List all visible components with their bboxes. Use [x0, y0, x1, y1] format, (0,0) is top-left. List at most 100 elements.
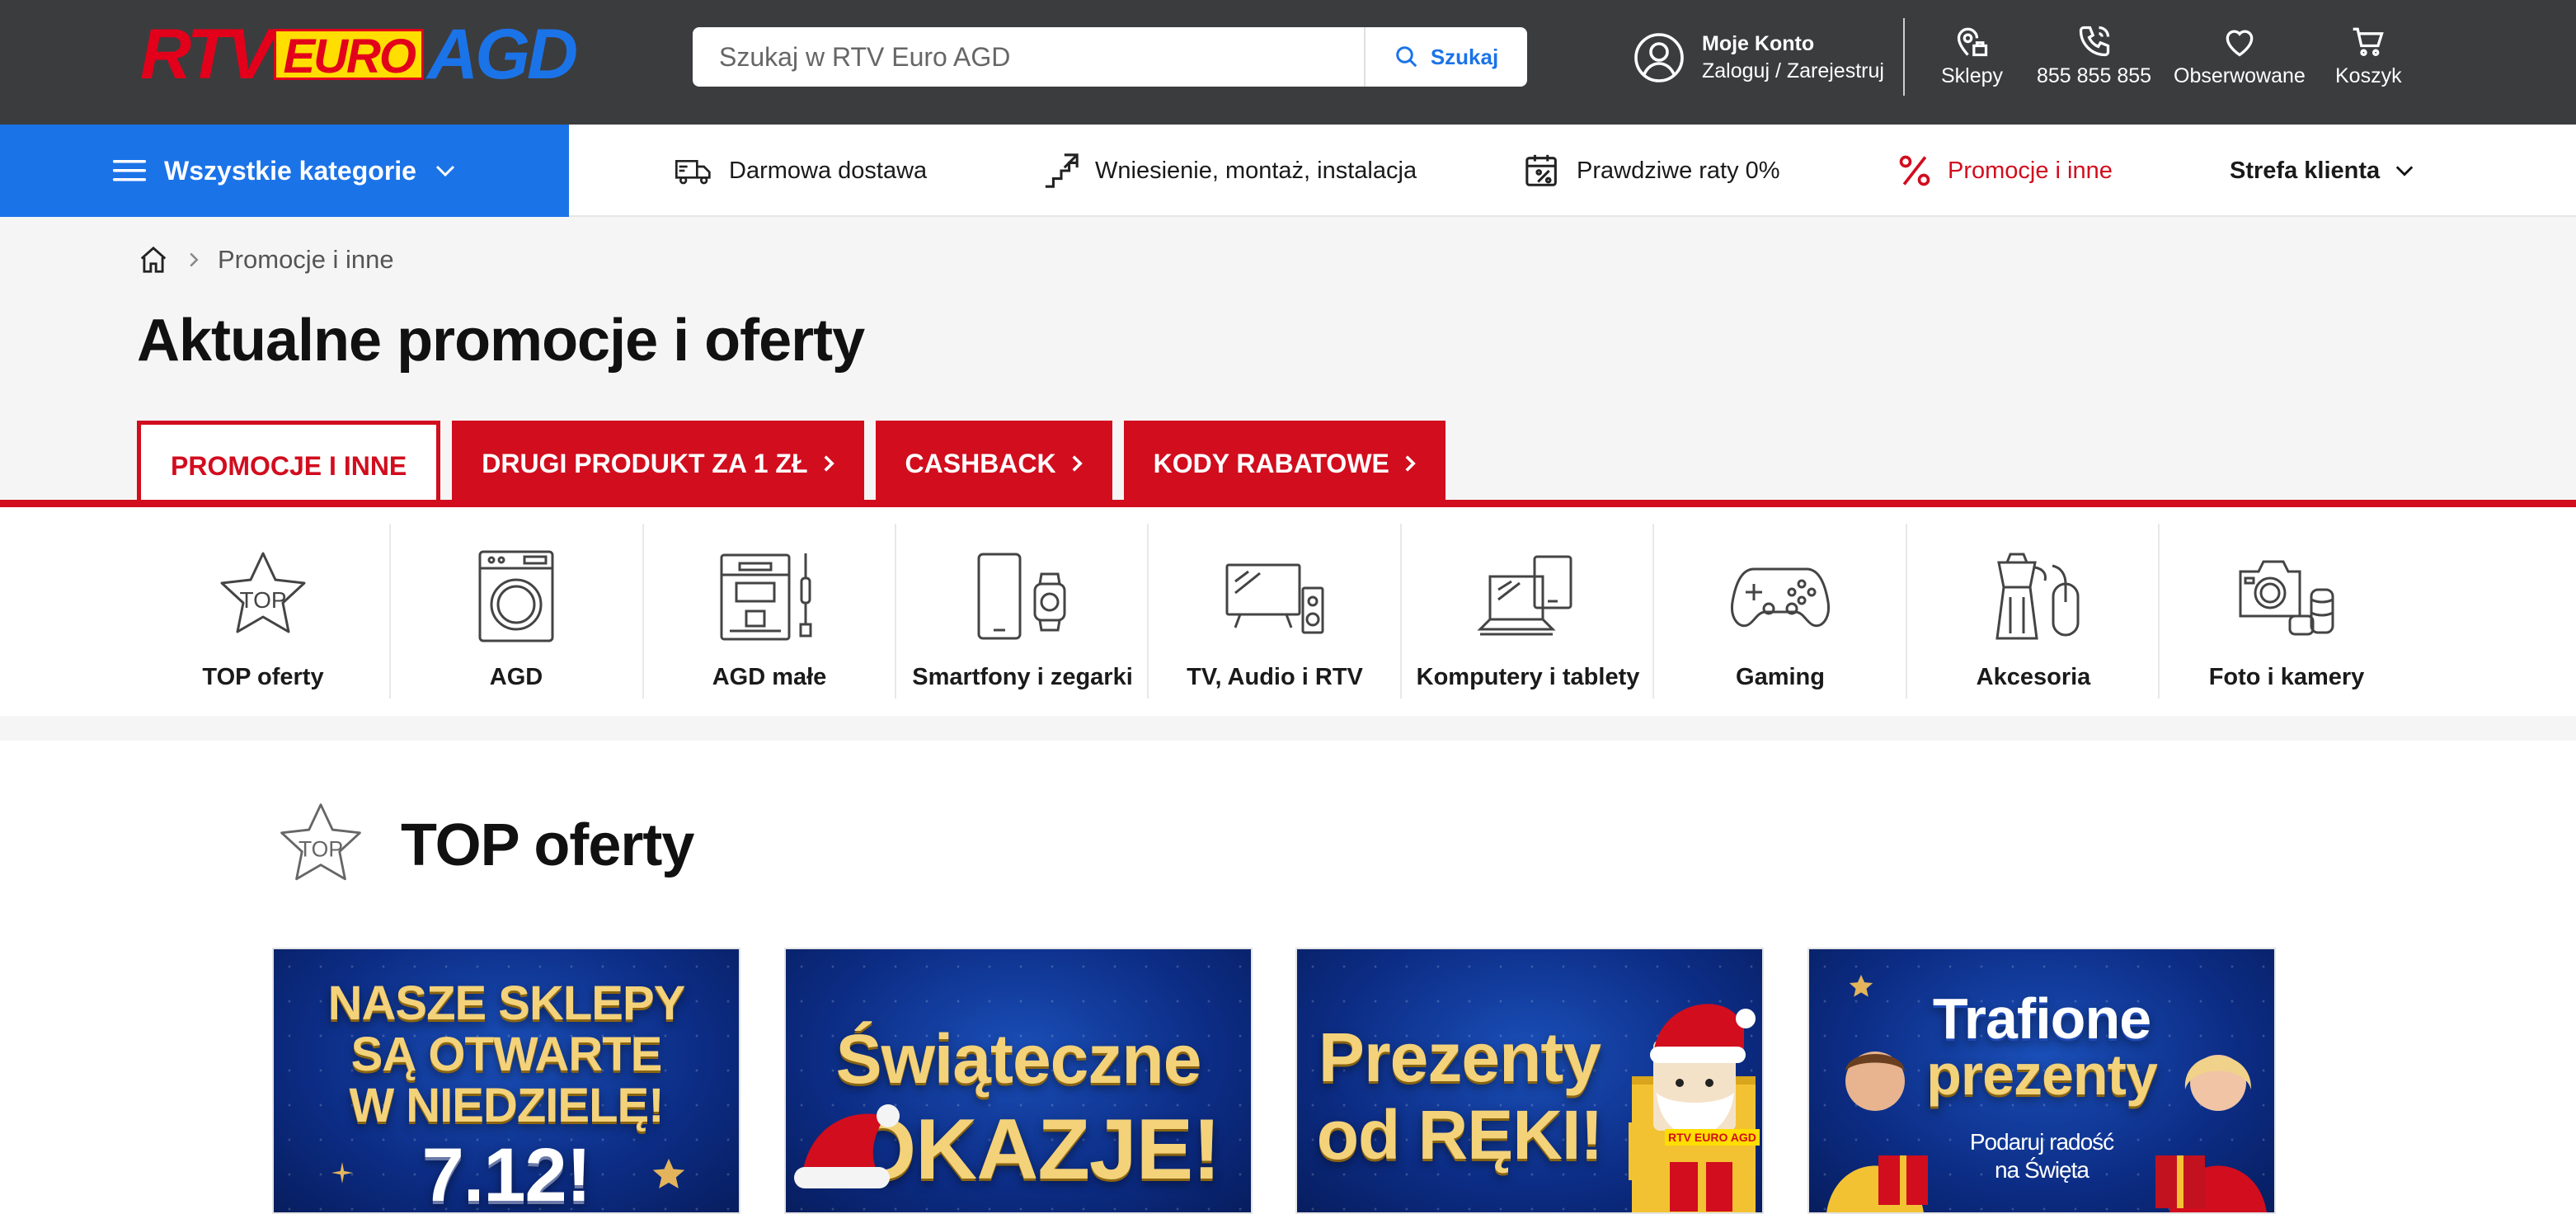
nav-customer-zone[interactable]: Strefa klienta — [2230, 125, 2414, 217]
chevron-down-icon — [2395, 166, 2414, 176]
category-smartphones-watches[interactable]: Smartfony i zegarki — [896, 519, 1149, 703]
category-accessories[interactable]: Akcesoria — [1907, 519, 2160, 703]
category-computers-tablets[interactable]: Komputery i tablety — [1402, 519, 1654, 703]
promo-box-label: RTV EURO AGD — [1665, 1129, 1760, 1146]
gamepad-icon — [1731, 567, 1830, 628]
breadcrumb-current[interactable]: Promocje i inne — [218, 245, 394, 275]
category-label: Gaming — [1736, 664, 1825, 690]
tab-second-product[interactable]: DRUGI PRODUKT ZA 1 ZŁ — [452, 421, 864, 506]
phone-link[interactable]: 855 855 855 — [2037, 23, 2151, 88]
category-label: Akcesoria — [1976, 664, 2091, 690]
breadcrumb: Promocje i inne — [137, 244, 394, 275]
coffee-machine-icon — [720, 553, 812, 641]
delivery-truck-icon — [675, 160, 711, 185]
chevron-right-icon — [1405, 455, 1416, 472]
promo-subline: na Święta — [1995, 1157, 2089, 1183]
home-icon[interactable] — [137, 244, 170, 275]
category-label: Komputery i tablety — [1416, 664, 1640, 690]
cart-icon — [2353, 27, 2385, 56]
tab-cashback[interactable]: CASHBACK — [875, 421, 1112, 506]
promo-line: W NIEDZIELĘ! — [349, 1079, 664, 1132]
category-gaming[interactable]: Gaming — [1654, 519, 1906, 703]
account-title: Moje Konto — [1702, 32, 1815, 55]
promo-card-gifts-ready[interactable]: Prezenty od RĘKI! RTV EURO AGD — [1295, 948, 1764, 1214]
top-badge-text: TOP — [239, 587, 286, 613]
stairs-icon — [1045, 153, 1079, 188]
all-categories-button[interactable]: Wszystkie kategorie — [0, 125, 569, 217]
wishlist-link[interactable]: Obserwowane — [2174, 23, 2306, 88]
laptop-tablet-icon — [1477, 555, 1572, 636]
account-subtitle: Zaloguj / Zarejestruj — [1702, 59, 1884, 82]
nav-customer-zone-label: Strefa klienta — [2230, 157, 2381, 184]
logo-euro: EURO — [274, 29, 425, 82]
category-label: TV, Audio i RTV — [1187, 664, 1363, 690]
tab-promotions[interactable]: PROMOCJE I INNE — [137, 421, 441, 508]
cart-label: Koszyk — [2335, 64, 2402, 87]
promo-line: Świąteczne — [835, 1020, 1202, 1098]
promo-card-perfect-gifts[interactable]: Trafione prezenty Podaruj radość na Świę… — [1807, 948, 2276, 1214]
search-input[interactable] — [693, 27, 1364, 87]
category-top-offers[interactable]: TOP TOP oferty — [137, 519, 389, 703]
percent-icon — [1899, 155, 1930, 186]
nav-promotions[interactable]: Promocje i inne — [1897, 125, 2113, 217]
nav-installments-label: Prawdziwe raty 0% — [1577, 157, 1780, 184]
category-tv-audio[interactable]: TV, Audio i RTV — [1149, 519, 1401, 703]
sparkle-icon — [331, 1162, 353, 1183]
promo-card-sunday[interactable]: NASZE SKLEPY SĄ OTWARTE W NIEDZIELĘ! 7.1… — [272, 948, 740, 1214]
category-photo-cameras[interactable]: Foto i kamery — [2160, 519, 2413, 703]
tab-promotions-label: PROMOCJE I INNE — [171, 451, 407, 481]
nav-installments[interactable]: Prawdziwe raty 0% — [1524, 125, 1780, 217]
washing-machine-icon — [478, 550, 554, 642]
promo-card-christmas-deals[interactable]: Świąteczne OKAZJE! — [784, 948, 1253, 1214]
search-icon — [1396, 46, 1417, 68]
nav-installation-label: Wniesienie, montaż, instalacja — [1095, 157, 1417, 184]
tab-second-product-label: DRUGI PRODUKT ZA 1 ZŁ — [482, 448, 808, 478]
top-badge-text: TOP — [298, 836, 343, 861]
section-gap — [0, 716, 2576, 741]
calendar-percent-icon — [1525, 154, 1557, 186]
logo-agd: AGD — [427, 15, 578, 94]
search-button-label: Szukaj — [1430, 44, 1499, 69]
chevron-right-icon — [190, 252, 199, 267]
top-star-icon: TOP — [280, 803, 361, 881]
account-link[interactable]: Moje Konto Zaloguj / Zarejestruj — [1633, 26, 1884, 89]
category-label: TOP oferty — [202, 664, 324, 690]
promo-line: NASZE SKLEPY — [327, 976, 686, 1030]
chevron-right-icon — [824, 455, 834, 472]
search-button[interactable]: Szukaj — [1364, 27, 1527, 87]
category-agd[interactable]: AGD — [390, 519, 642, 703]
smartphone-watch-icon — [977, 553, 1066, 640]
nav-free-delivery[interactable]: Darmowa dostawa — [675, 125, 927, 217]
moka-mouse-icon — [1995, 553, 2080, 640]
promo-line: prezenty — [1926, 1042, 2158, 1107]
tab-discount-codes-label: KODY RABATOWE — [1153, 448, 1389, 478]
camera-icon — [2239, 560, 2334, 636]
category-label: AGD małe — [712, 664, 827, 690]
wishlist-label: Obserwowane — [2174, 64, 2306, 87]
nav-promotions-label: Promocje i inne — [1948, 157, 2113, 184]
shops-link[interactable]: Sklepy — [1941, 23, 2003, 88]
heart-icon — [2226, 30, 2254, 57]
category-small-appliances[interactable]: AGD małe — [643, 519, 895, 703]
search-bar: Szukaj — [693, 27, 1527, 87]
category-label: AGD — [489, 664, 543, 690]
nav-free-delivery-label: Darmowa dostawa — [729, 157, 928, 184]
category-label: Foto i kamery — [2208, 664, 2365, 690]
hamburger-icon — [113, 160, 147, 181]
cart-link[interactable]: Koszyk — [2335, 23, 2402, 88]
top-header: RTV EURO AGD Szukaj Moje Konto Zaloguj /… — [0, 0, 2576, 125]
phone-icon — [2079, 26, 2109, 57]
tabs-underline — [0, 500, 2576, 507]
category-divider — [2158, 524, 2160, 699]
user-icon — [1634, 33, 1684, 82]
star-decoration-icon — [1849, 974, 1873, 997]
section-title: TOP oferty — [401, 812, 694, 878]
all-categories-label: Wszystkie kategorie — [164, 155, 416, 186]
site-logo[interactable]: RTV EURO AGD — [140, 15, 581, 94]
store-location-icon — [1957, 27, 1987, 57]
shops-label: Sklepy — [1941, 64, 2004, 87]
chevron-down-icon — [435, 165, 455, 177]
nav-installation[interactable]: Wniesienie, montaż, instalacja — [1042, 125, 1417, 217]
tab-discount-codes[interactable]: KODY RABATOWE — [1123, 421, 1445, 506]
star-decoration-icon — [652, 1158, 685, 1189]
